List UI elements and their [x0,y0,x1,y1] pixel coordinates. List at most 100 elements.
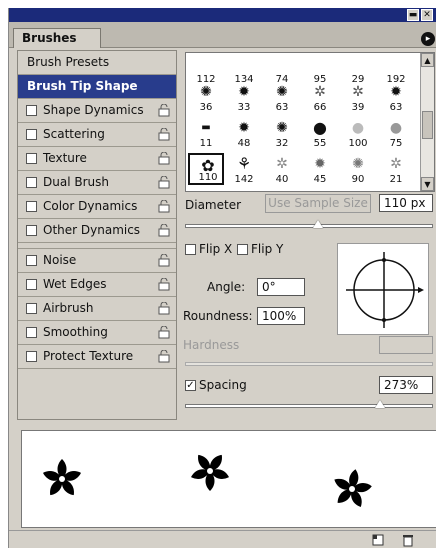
lock-icon[interactable] [158,302,170,315]
brush-tip-cell[interactable]: ✲ 40 [264,153,300,185]
close-icon[interactable]: ✕ [421,9,433,21]
brush-tip-cell[interactable]: ✺ 36 [188,81,224,113]
lock-icon[interactable] [158,104,170,117]
spacing-checkbox[interactable]: ✓ [185,380,196,391]
diameter-slider-thumb[interactable] [313,220,323,228]
lock-icon[interactable] [158,128,170,141]
brush-size-label: 32 [275,138,289,149]
dual-brush-checkbox[interactable] [26,177,37,188]
scattering-checkbox[interactable] [26,129,37,140]
lock-icon[interactable] [158,224,170,237]
lock-icon[interactable] [158,152,170,165]
brush-tip-cell[interactable]: ▬ 11 [188,117,224,149]
brush-size-label: 142 [234,174,254,185]
brush-tip-cell[interactable]: ✺ 32 [264,117,300,149]
brush-tip-cell[interactable]: ✹ 63 [378,81,414,113]
spacing-field[interactable]: 273% [379,376,433,394]
lock-icon[interactable] [158,326,170,339]
brush-tip-cell[interactable]: ✺ 63 [264,81,300,113]
brush-tip-cell[interactable]: ✹ 33 [226,81,262,113]
spacing-slider-thumb[interactable] [375,400,385,408]
scattering-item[interactable]: Scattering [18,123,176,147]
round-brush-icon: ● [313,118,327,137]
angle-roundness-preview[interactable] [337,243,429,335]
noise-checkbox[interactable] [26,255,37,266]
lock-icon[interactable] [158,200,170,213]
roundness-field[interactable]: 100% [257,307,305,325]
other-dynamics-item[interactable]: Other Dynamics [18,219,176,243]
palette-titlebar: ▬ ✕ [9,8,436,22]
brush-size-label: 48 [237,138,251,149]
brush-tip-cell[interactable]: ● 100 [340,117,376,149]
protect-texture-item[interactable]: Protect Texture [18,345,176,369]
diameter-slider[interactable] [185,224,433,228]
list-item-label: Brush Presets [27,55,110,69]
flip-y-label: Flip Y [251,242,284,256]
protect-texture-checkbox[interactable] [26,351,37,362]
lock-icon[interactable] [158,278,170,291]
brush-size-label: 55 [313,138,327,149]
grass-brush-icon: ✲ [352,84,364,100]
smoothing-item[interactable]: Smoothing [18,321,176,345]
list-item-label: Dual Brush [43,175,109,189]
flip-x-checkbox[interactable] [185,244,196,255]
brush-size-label: 100 [348,138,368,149]
diameter-label: Diameter [185,198,242,212]
wet-edges-checkbox[interactable] [26,279,37,290]
brush-tip-cell[interactable]: ⚘ 142 [226,153,262,186]
dual-brush-item[interactable]: Dual Brush [18,171,176,195]
roundness-label: Roundness: [183,309,253,323]
brush-tip-cell[interactable]: ● 75 [378,117,414,149]
shape-dynamics-item[interactable]: Shape Dynamics [18,99,176,123]
airbrush-checkbox[interactable] [26,303,37,314]
spacing-label: Spacing [199,378,247,392]
minimize-icon[interactable]: ▬ [407,9,419,21]
brush-tip-shape-item[interactable]: Brush Tip Shape [18,75,176,99]
brush-tip-cell[interactable]: ✲ 39 [340,81,376,113]
brush-tip-cell[interactable]: ✺ 90 [340,153,376,185]
brush-tip-cell-selected[interactable]: ✿ 110 [188,153,224,185]
color-dynamics-item[interactable]: Color Dynamics [18,195,176,219]
leaf-brush-icon: ✺ [276,84,288,100]
lock-icon[interactable] [158,254,170,267]
lock-icon[interactable] [158,176,170,189]
scroll-up-icon[interactable]: ▲ [421,53,434,67]
other-dynamics-checkbox[interactable] [26,225,37,236]
brush-tip-cell[interactable]: ✹ 45 [302,153,338,185]
tab-brushes[interactable]: Brushes [13,28,101,48]
color-dynamics-checkbox[interactable] [26,201,37,212]
noise-item[interactable]: Noise [18,249,176,273]
flip-y-checkbox[interactable] [237,244,248,255]
grass-brush-icon: ✹ [238,84,250,100]
hardness-label: Hardness [183,338,240,352]
brush-tip-cell[interactable]: ✲ 66 [302,81,338,113]
spacing-slider[interactable] [185,404,433,408]
crosshair-icon [346,252,424,328]
wet-edges-item[interactable]: Wet Edges [18,273,176,297]
brush-grid-scrollbar[interactable]: ▲ ▼ [420,53,434,191]
airbrush-item[interactable]: Airbrush [18,297,176,321]
texture-item[interactable]: Texture [18,147,176,171]
scroll-down-icon[interactable]: ▼ [421,177,434,191]
brush-tip-cell[interactable]: ✲ 21 [378,153,414,185]
lock-icon[interactable] [158,350,170,363]
angle-field[interactable]: 0° [257,278,305,296]
brush-tip-cell[interactable]: ✹ 48 [226,117,262,149]
brush-tip-cell[interactable]: ● 55 [302,117,338,150]
smoothing-checkbox[interactable] [26,327,37,338]
shape-dynamics-checkbox[interactable] [26,105,37,116]
scroll-thumb[interactable] [422,111,433,139]
brush-size-label: 63 [275,102,289,113]
diameter-field[interactable]: 110 px [379,194,433,212]
list-item-label: Noise [43,253,77,267]
brush-size-label: 21 [389,174,403,185]
brush-presets-item[interactable]: Brush Presets [18,51,176,75]
texture-brush-icon: ✺ [352,156,364,172]
use-sample-size-button[interactable]: Use Sample Size [265,194,371,213]
dash-brush-icon: ▬ [201,122,211,133]
texture-checkbox[interactable] [26,153,37,164]
new-brush-icon[interactable] [371,533,385,547]
brush-size-label: 40 [275,174,289,185]
panel-menu-icon[interactable]: ▸ [421,32,435,46]
trash-icon[interactable] [401,533,415,547]
